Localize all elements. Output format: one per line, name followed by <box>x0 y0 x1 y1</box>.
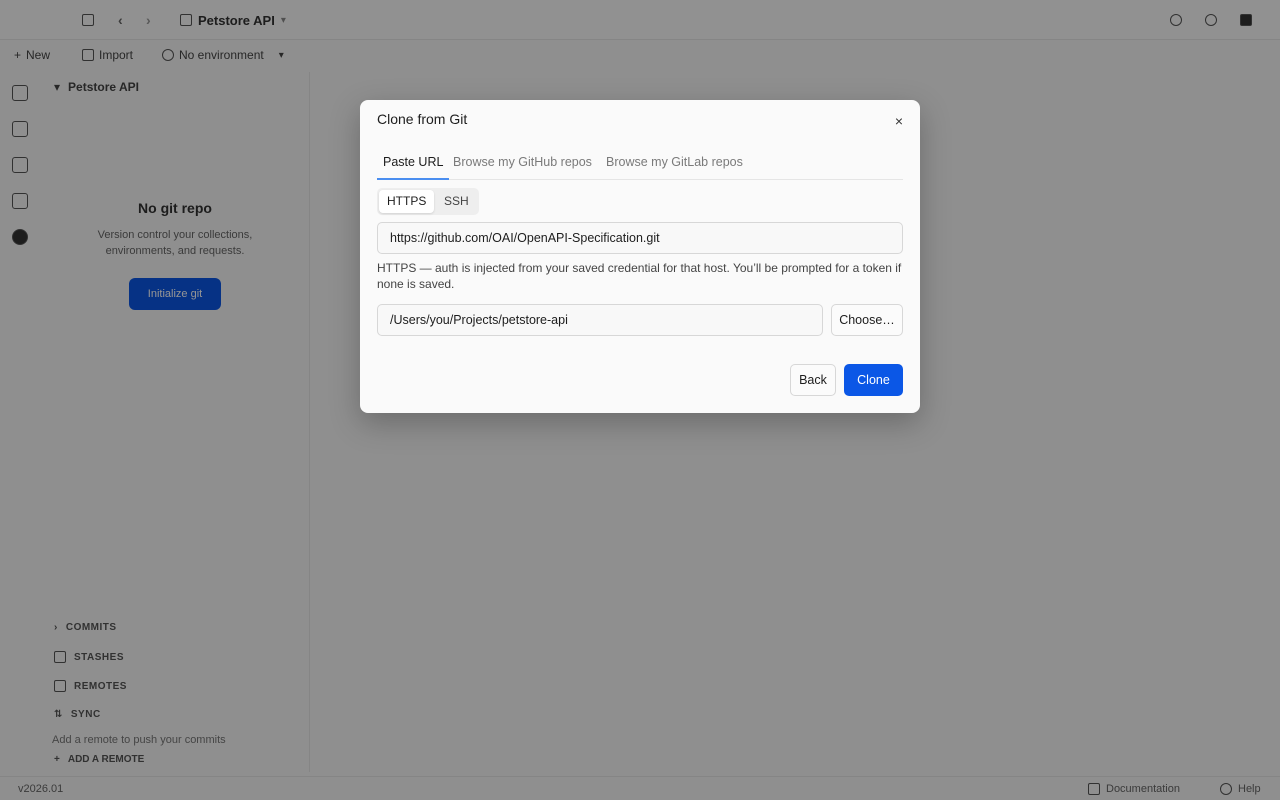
protocol-ssh-button[interactable]: SSH <box>436 190 477 213</box>
tab-paste-url[interactable]: Paste URL <box>377 148 450 180</box>
close-icon[interactable]: × <box>890 112 908 130</box>
dialog-title: Clone from Git <box>377 111 468 127</box>
tab-github-repos[interactable]: Browse my GitHub repos <box>447 148 598 180</box>
protocol-https-button[interactable]: HTTPS <box>379 190 435 213</box>
auth-hint: HTTPS — auth is injected from your saved… <box>377 261 902 291</box>
protocol-toggle: HTTPS SSH <box>377 188 479 215</box>
back-button[interactable]: Back <box>790 364 836 396</box>
source-tabs: Paste URL Browse my GitHub repos Browse … <box>377 148 903 180</box>
destination-path-input[interactable] <box>377 304 823 336</box>
choose-folder-button[interactable]: Choose… <box>831 304 903 336</box>
repo-url-input[interactable] <box>377 222 903 254</box>
clone-button[interactable]: Clone <box>844 364 903 396</box>
tab-gitlab-repos[interactable]: Browse my GitLab repos <box>600 148 749 180</box>
clone-from-git-dialog: Clone from Git × Paste URL Browse my Git… <box>360 100 920 413</box>
